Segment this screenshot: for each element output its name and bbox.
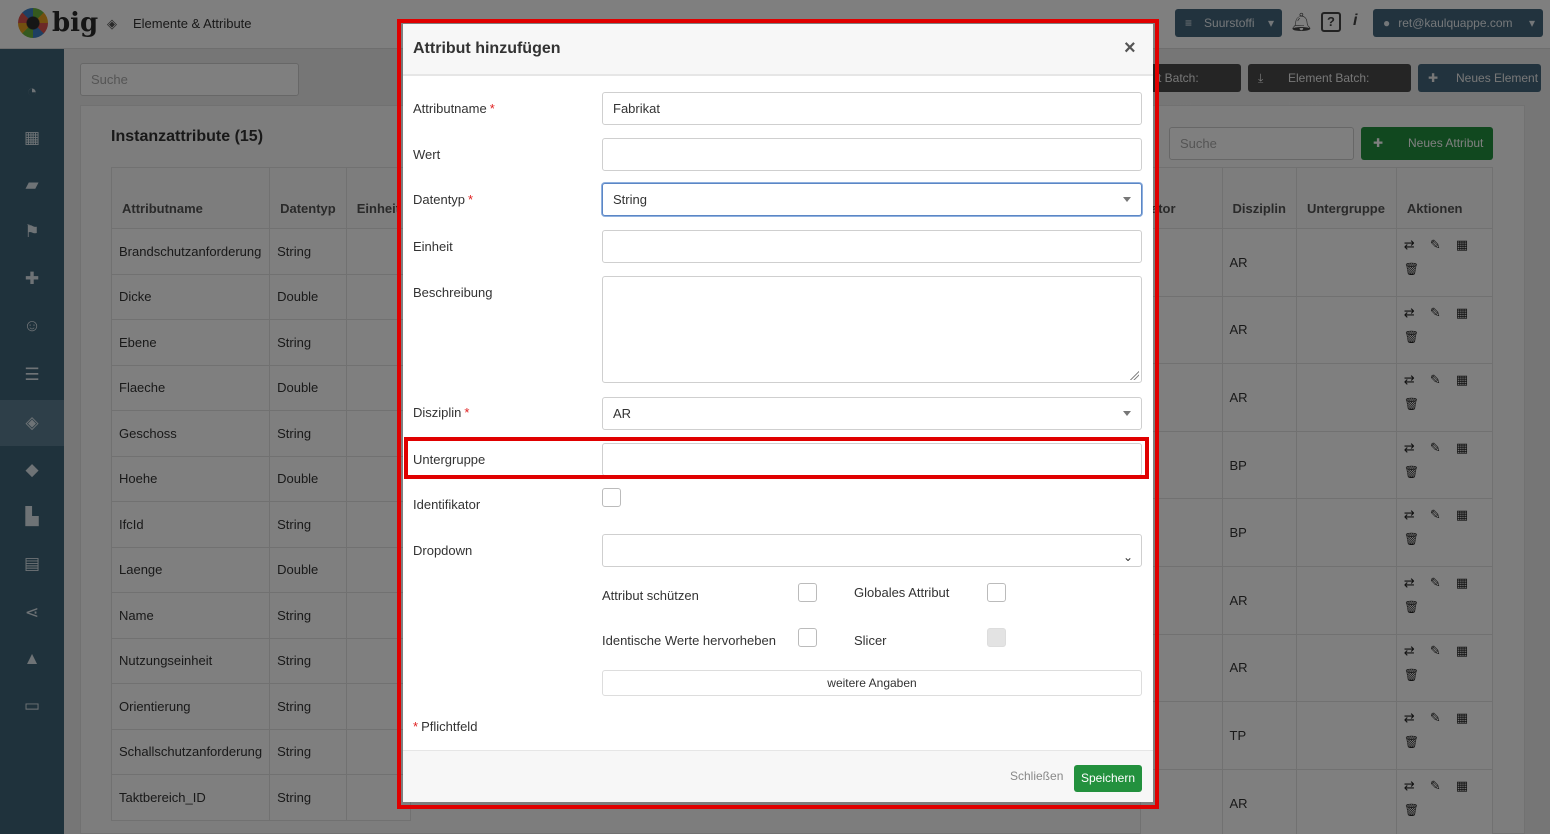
chevron-down-icon: ⌄	[1122, 550, 1133, 564]
datatype-label: Datentyp *	[413, 192, 473, 207]
description-label: Beschreibung	[413, 285, 493, 300]
required-note: * Pflichtfeld	[413, 719, 477, 734]
more-details-button[interactable]: weitere Angaben	[602, 670, 1142, 696]
required-marker: *	[464, 405, 470, 420]
slicer-label: Slicer	[854, 633, 887, 648]
unit-input[interactable]	[602, 230, 1142, 263]
datatype-select[interactable]: String	[602, 183, 1142, 216]
slicer-checkbox	[987, 628, 1006, 647]
attribute-name-label-text: Attributname	[413, 101, 487, 116]
dropdown-select[interactable]: ⌄	[602, 534, 1142, 567]
discipline-label-text: Disziplin	[413, 405, 462, 420]
global-attribute-checkbox[interactable]	[987, 583, 1006, 602]
protect-attribute-checkbox[interactable]	[798, 583, 817, 602]
subgroup-input[interactable]	[602, 443, 1142, 476]
highlight-identical-checkbox[interactable]	[798, 628, 817, 647]
discipline-label: Disziplin *	[413, 405, 469, 420]
unit-label: Einheit	[413, 239, 453, 254]
caret-down-icon	[1123, 411, 1131, 416]
add-attribute-modal: Attribut hinzufügen × Attributname * Fabr…	[403, 24, 1153, 802]
modal-header: Attribut hinzufügen ×	[403, 24, 1153, 76]
modal-title: Attribut hinzufügen	[413, 40, 561, 57]
required-marker: *	[413, 719, 419, 734]
required-marker: *	[489, 101, 495, 116]
value-label: Wert	[413, 147, 441, 162]
required-note-text: Pflichtfeld	[421, 719, 478, 734]
resize-grip-icon[interactable]	[1129, 370, 1139, 380]
close-icon[interactable]: ×	[1124, 37, 1136, 60]
caret-down-icon	[1123, 197, 1131, 202]
global-attribute-label: Globales Attribut	[854, 585, 950, 600]
subgroup-label: Untergruppe	[413, 452, 486, 467]
discipline-select[interactable]: AR	[602, 397, 1142, 430]
description-textarea[interactable]	[602, 276, 1142, 383]
dropdown-label: Dropdown	[413, 543, 473, 558]
required-marker: *	[468, 192, 474, 207]
protect-attribute-label: Attribut schützen	[602, 588, 699, 603]
attribute-name-input[interactable]: Fabrikat	[602, 92, 1142, 125]
modal-footer: Schließen Speichern	[403, 750, 1153, 802]
identifier-label: Identifikator	[413, 497, 481, 512]
discipline-value: AR	[613, 406, 632, 421]
value-input[interactable]	[602, 138, 1142, 171]
datatype-label-text: Datentyp	[413, 192, 466, 207]
identifier-checkbox[interactable]	[602, 488, 621, 507]
close-button[interactable]: Schließen	[1010, 769, 1063, 783]
save-button[interactable]: Speichern	[1074, 765, 1142, 792]
attribute-name-label: Attributname *	[413, 101, 495, 116]
datatype-value: String	[613, 192, 647, 207]
highlight-identical-label: Identische Werte hervorheben	[602, 633, 776, 648]
